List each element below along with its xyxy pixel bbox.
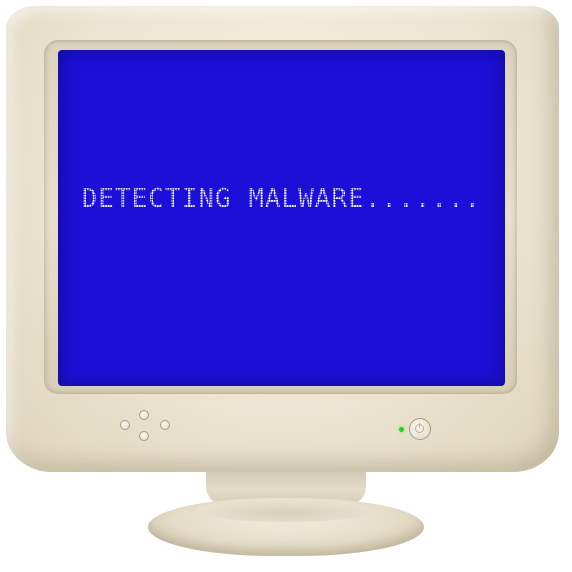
menu-button-left[interactable] bbox=[120, 420, 130, 430]
menu-button-right[interactable] bbox=[160, 420, 170, 430]
power-led bbox=[399, 427, 404, 432]
menu-button-cluster bbox=[118, 406, 174, 448]
menu-button-top[interactable] bbox=[139, 410, 149, 420]
monitor-screen: DETECTING MALWARE....... bbox=[58, 50, 505, 386]
monitor-base-ridge bbox=[196, 500, 376, 522]
power-icon bbox=[415, 423, 424, 433]
menu-button-bottom[interactable] bbox=[139, 431, 149, 441]
screen-message: DETECTING MALWARE....... bbox=[58, 184, 505, 214]
power-button[interactable] bbox=[409, 418, 431, 440]
crt-monitor-scene: DETECTING MALWARE....... bbox=[0, 0, 572, 572]
